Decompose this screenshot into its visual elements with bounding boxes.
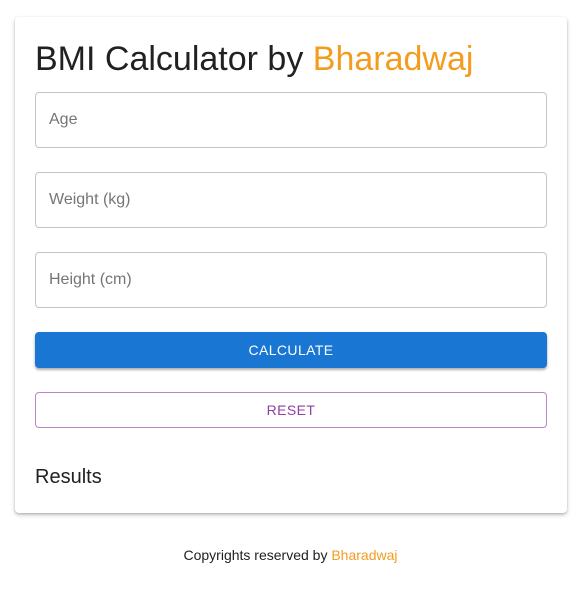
page-title: BMI Calculator by Bharadwaj	[35, 39, 473, 79]
age-input[interactable]	[36, 93, 546, 147]
results-heading: Results	[35, 466, 102, 488]
footer: Copyrights reserved by Bharadwaj	[0, 546, 581, 564]
footer-text: Copyrights reserved by	[183, 547, 328, 563]
height-field	[35, 252, 547, 308]
age-field	[35, 92, 547, 148]
weight-field	[35, 172, 547, 228]
calculator-card: BMI Calculator by Bharadwaj CALCULATE RE…	[15, 17, 567, 513]
footer-author-name: Bharadwaj	[331, 547, 398, 563]
reset-button[interactable]: RESET	[35, 392, 547, 428]
calculate-button[interactable]: CALCULATE	[35, 332, 547, 368]
weight-input[interactable]	[36, 173, 546, 227]
title-prefix: BMI Calculator by	[35, 40, 304, 78]
title-author-name: Bharadwaj	[312, 40, 474, 78]
height-input[interactable]	[36, 253, 546, 307]
